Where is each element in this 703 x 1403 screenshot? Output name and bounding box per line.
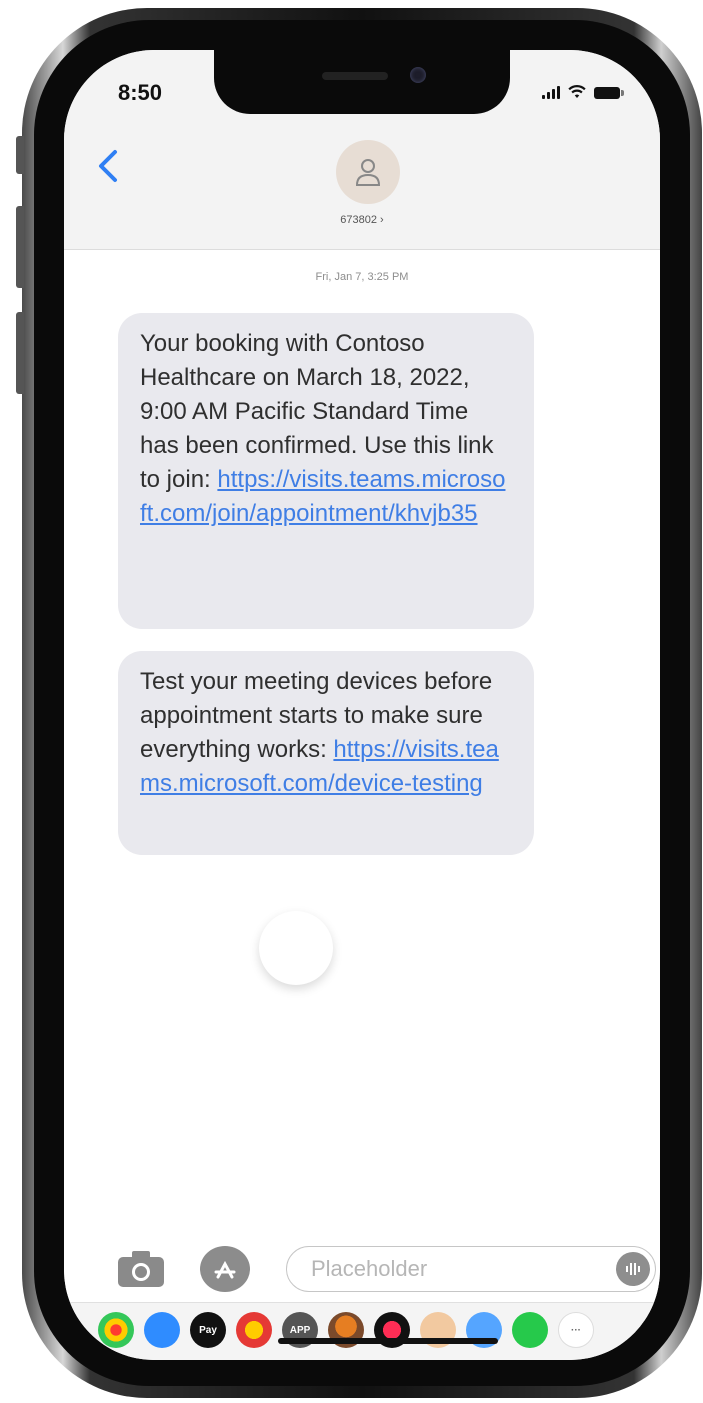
camera-button[interactable] — [116, 1249, 166, 1289]
message-app-icon[interactable] — [512, 1312, 548, 1348]
message-timestamp: Fri, Jan 7, 3:25 PM — [315, 271, 409, 283]
message-input[interactable] — [286, 1246, 656, 1292]
status-icons — [542, 85, 624, 99]
app-store-icon — [214, 1260, 236, 1279]
contact-avatar[interactable] — [336, 140, 400, 204]
contact-name[interactable]: 673802 › — [64, 214, 660, 226]
back-button[interactable] — [88, 142, 128, 190]
person-icon — [355, 159, 381, 186]
more-apps-icon[interactable]: ··· — [558, 1312, 594, 1348]
incoming-message-bubble: Your booking with Contoso Healthcare on … — [118, 313, 534, 629]
app-store-icon[interactable] — [144, 1312, 180, 1348]
app-drawer: Pay APP ··· — [64, 1302, 660, 1360]
waveform-icon — [626, 1263, 640, 1275]
volume-up-button — [16, 206, 24, 288]
earpiece-speaker — [322, 72, 388, 80]
battery-icon — [594, 87, 624, 99]
phone-screen: 8:50 673802 › Fri, Jan 7, 3:25 PM Your b… — [64, 50, 660, 1360]
status-time: 8:50 — [118, 80, 163, 105]
wifi-icon — [568, 85, 586, 98]
mute-switch — [16, 136, 24, 174]
volume-down-button — [16, 312, 24, 394]
audio-message-button[interactable] — [616, 1252, 650, 1286]
incoming-message-bubble: Test your meeting devices before appoint… — [118, 651, 534, 855]
front-camera — [410, 67, 426, 83]
message-thread: Fri, Jan 7, 3:25 PM Your booking with Co… — [64, 251, 660, 1211]
digital-touch-icon[interactable] — [236, 1312, 272, 1348]
chevron-left-icon — [99, 150, 117, 182]
apple-pay-icon[interactable]: Pay — [190, 1312, 226, 1348]
photos-app-icon[interactable] — [98, 1312, 134, 1348]
home-indicator[interactable] — [278, 1338, 498, 1344]
signal-icon — [542, 85, 560, 99]
compose-bar — [64, 1224, 660, 1302]
notch — [214, 50, 510, 114]
assistive-touch-button[interactable] — [259, 911, 333, 985]
app-store-button[interactable] — [200, 1246, 250, 1292]
